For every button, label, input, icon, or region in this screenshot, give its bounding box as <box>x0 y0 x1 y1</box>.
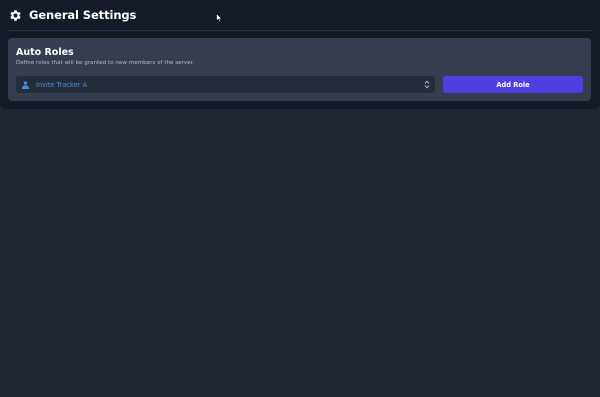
arrow-cursor-icon <box>216 13 223 23</box>
chevron-up-down-icon <box>424 80 430 89</box>
add-role-button[interactable]: Add Role <box>443 76 583 93</box>
auto-roles-title: Auto Roles <box>16 47 74 58</box>
role-select-value: Invite Tracker A <box>36 80 87 89</box>
header-divider <box>8 30 592 31</box>
user-icon <box>22 80 29 89</box>
auto-roles-description: Define roles that will be granted to new… <box>16 60 195 66</box>
auto-roles-card: Auto Roles Define roles that will be gra… <box>8 38 591 101</box>
role-select[interactable]: Invite Tracker A <box>16 76 435 93</box>
settings-header: General Settings <box>9 8 136 22</box>
settings-panel: General Settings Auto Roles Define roles… <box>0 0 600 109</box>
page-title: General Settings <box>29 8 137 22</box>
gear-icon <box>10 9 21 21</box>
